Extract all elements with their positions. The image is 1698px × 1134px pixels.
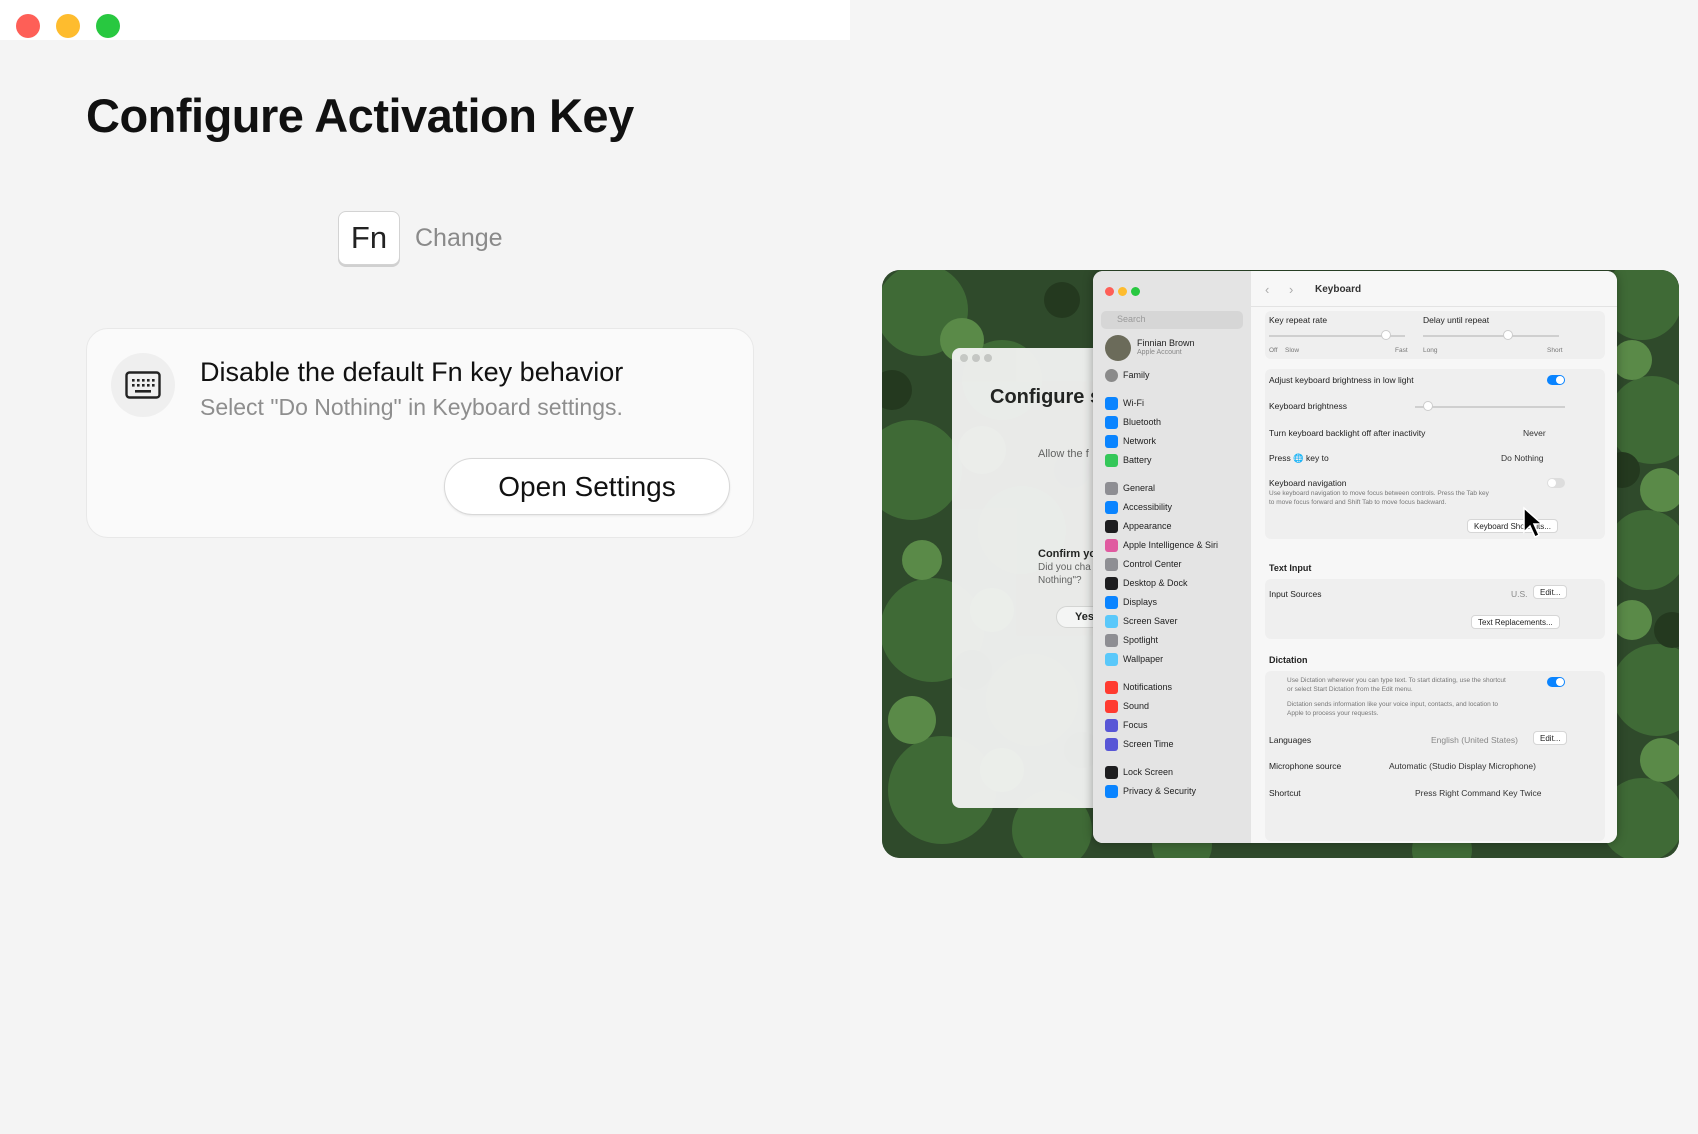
minimize-window-button[interactable] [56, 14, 80, 38]
settings-item-icon [1105, 785, 1118, 798]
repeat-section: Key repeat rate Delay until repeat Off S… [1265, 311, 1605, 359]
settings-item-icon [1105, 653, 1118, 666]
mini-confirm-line1: Did you cha [1038, 562, 1091, 573]
settings-search: Search [1101, 311, 1243, 329]
card-subtitle: Select "Do Nothing" in Keyboard settings… [200, 394, 623, 420]
settings-item-icon [1105, 615, 1118, 628]
mini-confirm-title: Confirm yo [1038, 548, 1097, 560]
settings-item-icon [1105, 700, 1118, 713]
activation-key-cap: Fn [338, 211, 400, 265]
settings-header: ‹ › Keyboard [1251, 271, 1617, 307]
settings-preview-image: Configure s Allow the f Confirm yo Did y… [882, 270, 1679, 858]
system-settings-window: Search Finnian Brown Apple Account Famil… [1093, 271, 1617, 843]
keyboard-settings-pane: ‹ › Keyboard Key repeat rate Delay until… [1251, 271, 1617, 843]
settings-item-icon [1105, 482, 1118, 495]
fn-behavior-card: Disable the default Fn key behavior Sele… [86, 328, 754, 538]
main-panel: Configure Activation Key Fn Change Disab… [0, 0, 850, 1134]
settings-item-icon [1105, 539, 1118, 552]
settings-item-icon [1105, 520, 1118, 533]
close-window-button[interactable] [16, 14, 40, 38]
mini-title: Configure s [990, 386, 1102, 408]
navigation-toggle [1547, 478, 1565, 488]
text-input-section: Input Sources U.S. Edit... Text Replacem… [1265, 579, 1605, 639]
settings-item-icon [1105, 454, 1118, 467]
mini-configure-window: Configure s Allow the f Confirm yo Did y… [952, 348, 1126, 808]
card-title: Disable the default Fn key behavior [200, 357, 624, 387]
mouse-cursor-icon [1523, 506, 1544, 539]
backlight-section: Adjust keyboard brightness in low light … [1265, 369, 1605, 539]
brightness-toggle [1547, 375, 1565, 385]
settings-item-icon [1105, 738, 1118, 751]
settings-item-icon [1105, 681, 1118, 694]
settings-item-icon [1105, 435, 1118, 448]
settings-item-icon [1105, 634, 1118, 647]
dictation-section: Use Dictation wherever you can type text… [1265, 671, 1605, 841]
settings-sidebar: Search Finnian Brown Apple Account Famil… [1093, 271, 1251, 843]
title-bar [0, 0, 850, 40]
forward-icon: › [1289, 282, 1294, 297]
mini-confirm-line2: Nothing"? [1038, 575, 1082, 586]
keyboard-icon [111, 353, 175, 417]
settings-item-icon [1105, 577, 1118, 590]
open-settings-button[interactable]: Open Settings [444, 458, 730, 515]
settings-item-icon [1105, 596, 1118, 609]
mini-allow-text: Allow the f [1038, 448, 1089, 460]
dictation-toggle [1547, 677, 1565, 687]
settings-item-icon [1105, 558, 1118, 571]
settings-item-icon [1105, 719, 1118, 732]
page-title: Configure Activation Key [86, 89, 634, 142]
avatar [1105, 335, 1131, 361]
back-icon: ‹ [1265, 282, 1270, 297]
settings-item-icon [1105, 416, 1118, 429]
change-key-button[interactable]: Change [415, 224, 503, 253]
pane-title: Keyboard [1315, 284, 1362, 295]
settings-item-icon [1105, 501, 1118, 514]
settings-item-icon [1105, 766, 1118, 779]
settings-item-icon [1105, 397, 1118, 410]
zoom-window-button[interactable] [96, 14, 120, 38]
